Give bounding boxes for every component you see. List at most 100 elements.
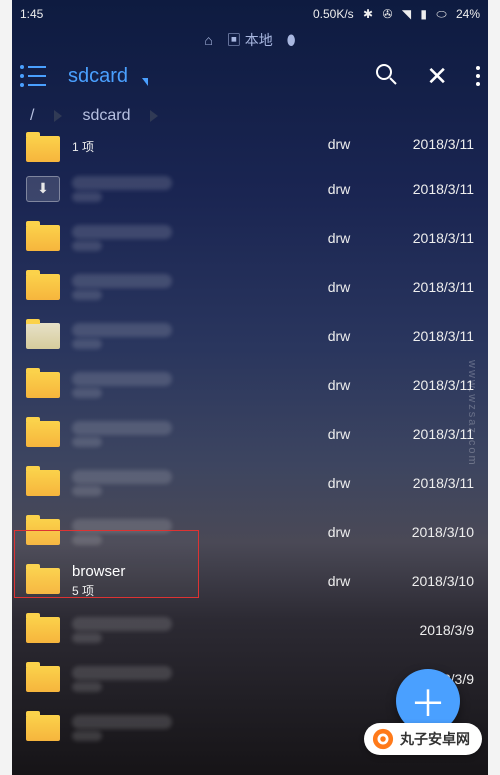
status-time: 1:45 <box>20 7 43 21</box>
file-perm: drw <box>304 328 374 344</box>
file-date: 2018/3/11 <box>374 475 474 491</box>
file-row[interactable]: drw2018/3/11 <box>0 409 500 458</box>
file-date: 2018/3/11 <box>374 328 474 344</box>
overflow-menu-icon[interactable] <box>476 66 480 86</box>
file-sub: 5 项 <box>72 582 304 599</box>
file-date: 2018/3/10 <box>374 524 474 540</box>
file-row[interactable]: drw2018/3/11 <box>0 311 500 360</box>
bluetooth-icon: ✱ <box>363 7 373 21</box>
chevron-right-icon <box>150 110 158 122</box>
file-date: 2018/3/11 <box>374 181 474 197</box>
breadcrumb: / sdcard <box>0 100 500 132</box>
folder-icon <box>26 666 60 692</box>
folder-icon <box>26 715 60 741</box>
file-list[interactable]: 1 项drw2018/3/11⬇drw2018/3/11drw2018/3/11… <box>0 132 500 752</box>
file-perm: drw <box>304 475 374 491</box>
breadcrumb-root[interactable]: / <box>30 107 34 125</box>
file-perm: drw <box>304 230 374 246</box>
file-name-redacted <box>72 323 172 337</box>
file-name-redacted <box>72 176 172 190</box>
chevron-down-icon <box>142 78 148 86</box>
status-net-speed: 0.50K/s <box>313 7 354 21</box>
status-battery: 24% <box>456 7 480 21</box>
folder-icon <box>26 519 60 545</box>
file-name-redacted <box>72 519 172 533</box>
file-date: 2018/3/11 <box>374 230 474 246</box>
file-name-redacted <box>72 274 172 288</box>
file-sub-redacted <box>72 241 304 251</box>
watermark-url: www.wzsaz.com <box>466 360 478 467</box>
file-row[interactable]: ⬇ drw2018/3/11 <box>0 164 500 213</box>
file-perm: drw <box>304 426 374 442</box>
file-sub-redacted <box>72 486 304 496</box>
file-row[interactable]: 2018/3/9 <box>0 605 500 654</box>
file-date: 2018/3/11 <box>374 136 474 152</box>
file-sub-redacted <box>72 633 304 643</box>
local-tab[interactable]: ▣ 本地 <box>227 30 273 50</box>
screen: 1:45 0.50K/s ✱ ✇ ◥ ▮ ⬭ 24% ⌂ ▣ 本地 ⬮ sdca… <box>0 0 500 775</box>
file-date: 2018/3/11 <box>374 426 474 442</box>
file-name-redacted <box>72 372 172 386</box>
file-name-redacted <box>72 421 172 435</box>
file-perm: drw <box>304 181 374 197</box>
home-icon[interactable]: ⌂ <box>204 32 212 48</box>
download-icon: ⬇ <box>26 176 60 202</box>
file-sub-redacted <box>72 682 304 692</box>
folder-icon <box>26 421 60 447</box>
toolbar-title[interactable]: sdcard <box>68 65 352 88</box>
file-sub-redacted <box>72 388 304 398</box>
file-name-redacted <box>72 470 172 484</box>
signal-icon: ▮ <box>420 7 427 21</box>
file-sub-redacted <box>72 731 304 741</box>
battery-icon: ⬭ <box>436 7 446 21</box>
breadcrumb-current[interactable]: sdcard <box>82 107 130 125</box>
file-perm: drw <box>304 279 374 295</box>
folder-icon <box>26 225 60 251</box>
chevron-right-icon <box>54 110 62 122</box>
folder-icon <box>26 470 60 496</box>
watermark-badge: 丸子安卓网 <box>364 723 482 755</box>
file-name-redacted <box>72 225 172 239</box>
file-name-redacted <box>72 617 172 631</box>
file-row[interactable]: drw2018/3/11 <box>0 458 500 507</box>
file-sub-redacted <box>72 535 304 545</box>
file-perm: drw <box>304 524 374 540</box>
file-row[interactable]: browser 5 项drw2018/3/10 <box>0 556 500 605</box>
file-name-redacted <box>72 666 172 680</box>
folder-icon <box>26 136 60 162</box>
file-row[interactable]: drw2018/3/11 <box>0 360 500 409</box>
search-icon[interactable] <box>374 62 398 91</box>
file-date: 2018/3/9 <box>374 622 474 638</box>
file-sub-redacted <box>72 437 304 447</box>
file-sub-redacted <box>72 192 304 202</box>
folder-icon <box>26 274 60 300</box>
file-perm: drw <box>304 377 374 393</box>
top-tab-icons: ⌂ ▣ 本地 ⬮ <box>0 28 500 52</box>
android-icon[interactable]: ⬮ <box>287 32 296 49</box>
file-sub-redacted <box>72 290 304 300</box>
file-row[interactable]: drw2018/3/11 <box>0 213 500 262</box>
file-date: 2018/3/10 <box>374 573 474 589</box>
wifi-icon: ◥ <box>402 7 411 21</box>
file-date: 2018/3/11 <box>374 279 474 295</box>
folder-icon <box>26 372 60 398</box>
dnd-icon: ✇ <box>382 7 392 21</box>
file-sub-redacted <box>72 339 304 349</box>
menu-icon[interactable] <box>20 65 46 87</box>
folder-icon <box>26 323 60 349</box>
file-row[interactable]: drw2018/3/11 <box>0 262 500 311</box>
file-perm: drw <box>304 136 374 152</box>
toolbar: sdcard ✕ <box>0 52 500 100</box>
folder-icon <box>26 617 60 643</box>
watermark-logo-icon <box>372 728 394 750</box>
close-icon[interactable]: ✕ <box>426 61 448 92</box>
file-row[interactable]: 1 项drw2018/3/11 <box>0 132 500 164</box>
file-date: 2018/3/11 <box>374 377 474 393</box>
status-right: 0.50K/s ✱ ✇ ◥ ▮ ⬭ 24% <box>307 7 480 22</box>
file-row[interactable]: drw2018/3/10 <box>0 507 500 556</box>
status-bar: 1:45 0.50K/s ✱ ✇ ◥ ▮ ⬭ 24% <box>0 0 500 28</box>
file-name: browser <box>72 563 304 580</box>
folder-icon <box>26 568 60 594</box>
file-perm: drw <box>304 573 374 589</box>
file-sub: 1 项 <box>72 138 304 155</box>
